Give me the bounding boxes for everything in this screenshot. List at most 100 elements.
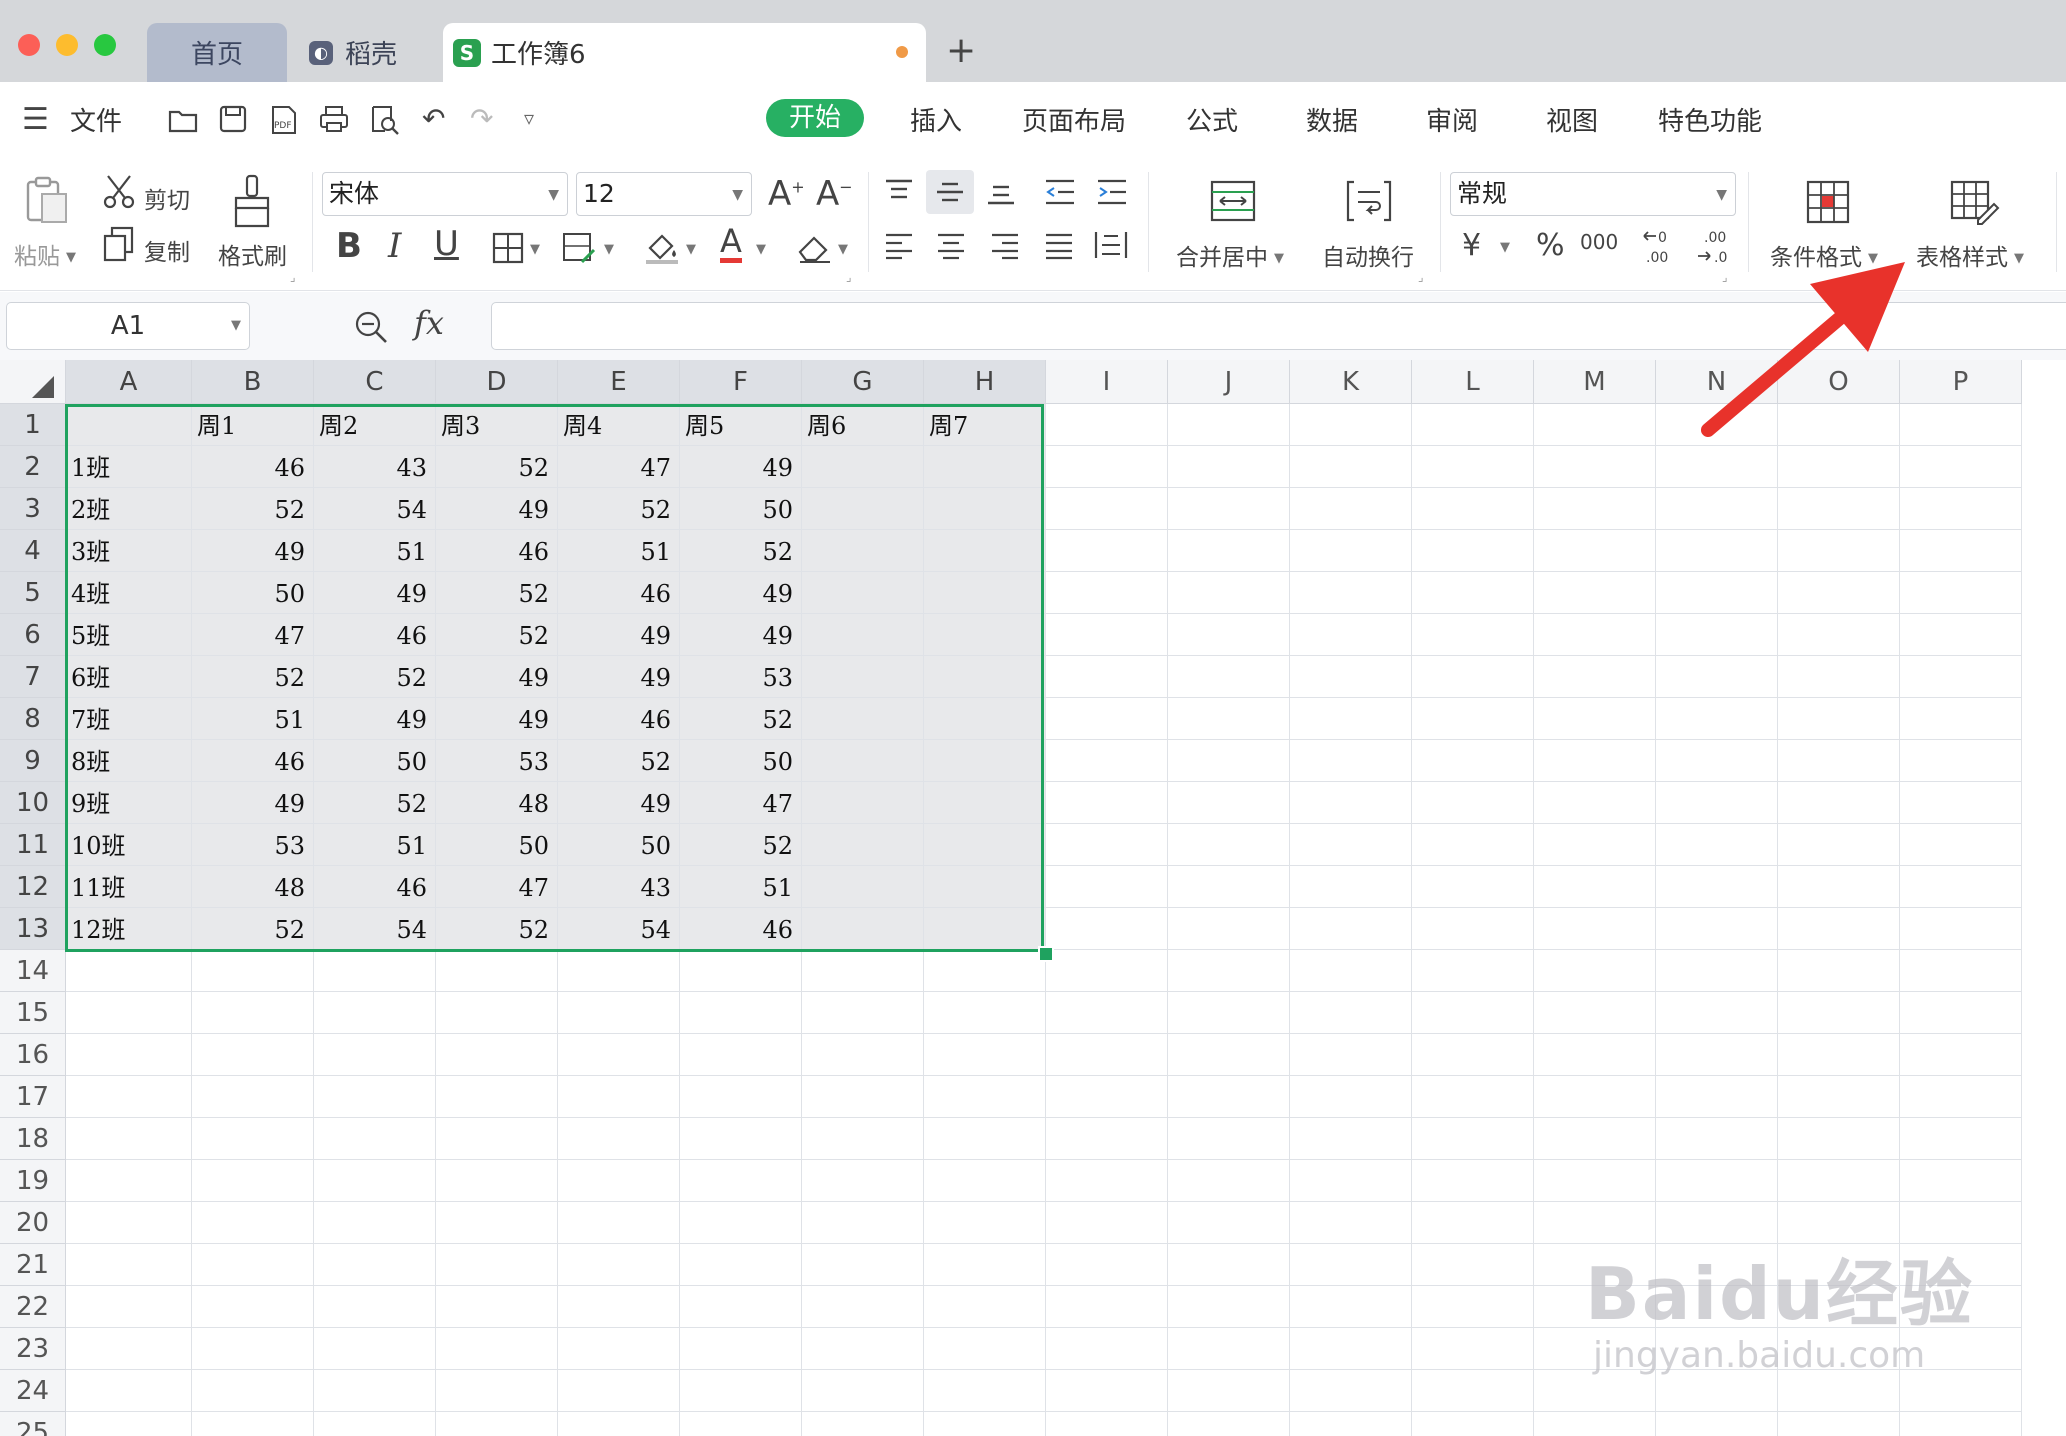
cell-o4[interactable] (1778, 530, 1900, 572)
cell-d13[interactable]: 52 (436, 908, 558, 950)
cell-l12[interactable] (1412, 866, 1534, 908)
row-header-6[interactable]: 6 (0, 614, 66, 656)
cell-i22[interactable] (1046, 1286, 1168, 1328)
cell-d5[interactable]: 52 (436, 572, 558, 614)
cell-c5[interactable]: 49 (314, 572, 436, 614)
cell-h22[interactable] (924, 1286, 1046, 1328)
cell-b21[interactable] (192, 1244, 314, 1286)
cell-d7[interactable]: 49 (436, 656, 558, 698)
cell-j18[interactable] (1168, 1118, 1290, 1160)
cell-o12[interactable] (1778, 866, 1900, 908)
increase-decimal-icon[interactable]: 0.00 (1640, 228, 1678, 266)
print-icon[interactable] (318, 104, 350, 134)
cell-c6[interactable]: 46 (314, 614, 436, 656)
cell-p5[interactable] (1900, 572, 2022, 614)
cell-a13[interactable]: 12班 (66, 908, 192, 950)
cell-b19[interactable] (192, 1160, 314, 1202)
cell-i18[interactable] (1046, 1118, 1168, 1160)
fill-color-icon[interactable] (644, 230, 680, 266)
cell-e22[interactable] (558, 1286, 680, 1328)
cell-l17[interactable] (1412, 1076, 1534, 1118)
cell-o15[interactable] (1778, 992, 1900, 1034)
cell-h21[interactable] (924, 1244, 1046, 1286)
cell-n4[interactable] (1656, 530, 1778, 572)
cell-f15[interactable] (680, 992, 802, 1034)
cell-m15[interactable] (1534, 992, 1656, 1034)
cell-g16[interactable] (802, 1034, 924, 1076)
column-header-b[interactable]: B (192, 360, 314, 404)
cell-g13[interactable] (802, 908, 924, 950)
row-header-1[interactable]: 1 (0, 404, 66, 446)
cell-l1[interactable] (1412, 404, 1534, 446)
cell-e4[interactable]: 51 (558, 530, 680, 572)
row-header-2[interactable]: 2 (0, 446, 66, 488)
cell-j25[interactable] (1168, 1412, 1290, 1436)
currency-dropdown-icon[interactable]: ▼ (1500, 240, 1510, 255)
cell-g10[interactable] (802, 782, 924, 824)
maximize-window-button[interactable] (94, 34, 116, 56)
cell-c2[interactable]: 43 (314, 446, 436, 488)
cell-j8[interactable] (1168, 698, 1290, 740)
cell-f10[interactable]: 47 (680, 782, 802, 824)
cell-h9[interactable] (924, 740, 1046, 782)
cell-f17[interactable] (680, 1076, 802, 1118)
select-all-button[interactable] (0, 360, 66, 404)
cell-n6[interactable] (1656, 614, 1778, 656)
cell-c4[interactable]: 51 (314, 530, 436, 572)
cell-b15[interactable] (192, 992, 314, 1034)
cell-style-dropdown-icon[interactable]: ▼ (604, 242, 614, 257)
cell-n17[interactable] (1656, 1076, 1778, 1118)
row-header-13[interactable]: 13 (0, 908, 66, 950)
cell-g8[interactable] (802, 698, 924, 740)
cell-k25[interactable] (1290, 1412, 1412, 1436)
cell-n25[interactable] (1656, 1412, 1778, 1436)
cell-k3[interactable] (1290, 488, 1412, 530)
cell-e24[interactable] (558, 1370, 680, 1412)
cell-h18[interactable] (924, 1118, 1046, 1160)
cell-g3[interactable] (802, 488, 924, 530)
cell-e16[interactable] (558, 1034, 680, 1076)
borders-dropdown-icon[interactable]: ▼ (530, 242, 540, 257)
column-header-l[interactable]: L (1412, 360, 1534, 404)
cell-a19[interactable] (66, 1160, 192, 1202)
cell-i7[interactable] (1046, 656, 1168, 698)
cell-o9[interactable] (1778, 740, 1900, 782)
cell-k16[interactable] (1290, 1034, 1412, 1076)
tab-home[interactable]: 首页 (147, 23, 287, 82)
cell-i19[interactable] (1046, 1160, 1168, 1202)
cell-p7[interactable] (1900, 656, 2022, 698)
menu-review[interactable]: 审阅 (1426, 101, 1478, 138)
cell-c15[interactable] (314, 992, 436, 1034)
cell-n16[interactable] (1656, 1034, 1778, 1076)
cell-h7[interactable] (924, 656, 1046, 698)
cell-o14[interactable] (1778, 950, 1900, 992)
cell-h16[interactable] (924, 1034, 1046, 1076)
cell-e23[interactable] (558, 1328, 680, 1370)
cell-l21[interactable] (1412, 1244, 1534, 1286)
cell-c8[interactable]: 49 (314, 698, 436, 740)
cell-g14[interactable] (802, 950, 924, 992)
menu-data[interactable]: 数据 (1306, 101, 1358, 138)
cell-o19[interactable] (1778, 1160, 1900, 1202)
cell-h4[interactable] (924, 530, 1046, 572)
cell-g1[interactable]: 周6 (802, 404, 924, 446)
cell-g11[interactable] (802, 824, 924, 866)
cell-b5[interactable]: 50 (192, 572, 314, 614)
cell-j9[interactable] (1168, 740, 1290, 782)
clear-format-dropdown-icon[interactable]: ▼ (838, 242, 848, 257)
cell-e5[interactable]: 46 (558, 572, 680, 614)
cell-h13[interactable] (924, 908, 1046, 950)
font-expand-icon[interactable]: ⌟ (846, 270, 852, 284)
cell-o10[interactable] (1778, 782, 1900, 824)
row-header-4[interactable]: 4 (0, 530, 66, 572)
cell-h8[interactable] (924, 698, 1046, 740)
row-header-24[interactable]: 24 (0, 1370, 66, 1412)
cell-m19[interactable] (1534, 1160, 1656, 1202)
cell-a23[interactable] (66, 1328, 192, 1370)
cell-c13[interactable]: 54 (314, 908, 436, 950)
column-header-k[interactable]: K (1290, 360, 1412, 404)
cell-n14[interactable] (1656, 950, 1778, 992)
underline-icon[interactable]: U (434, 224, 459, 264)
cell-j15[interactable] (1168, 992, 1290, 1034)
cell-g9[interactable] (802, 740, 924, 782)
